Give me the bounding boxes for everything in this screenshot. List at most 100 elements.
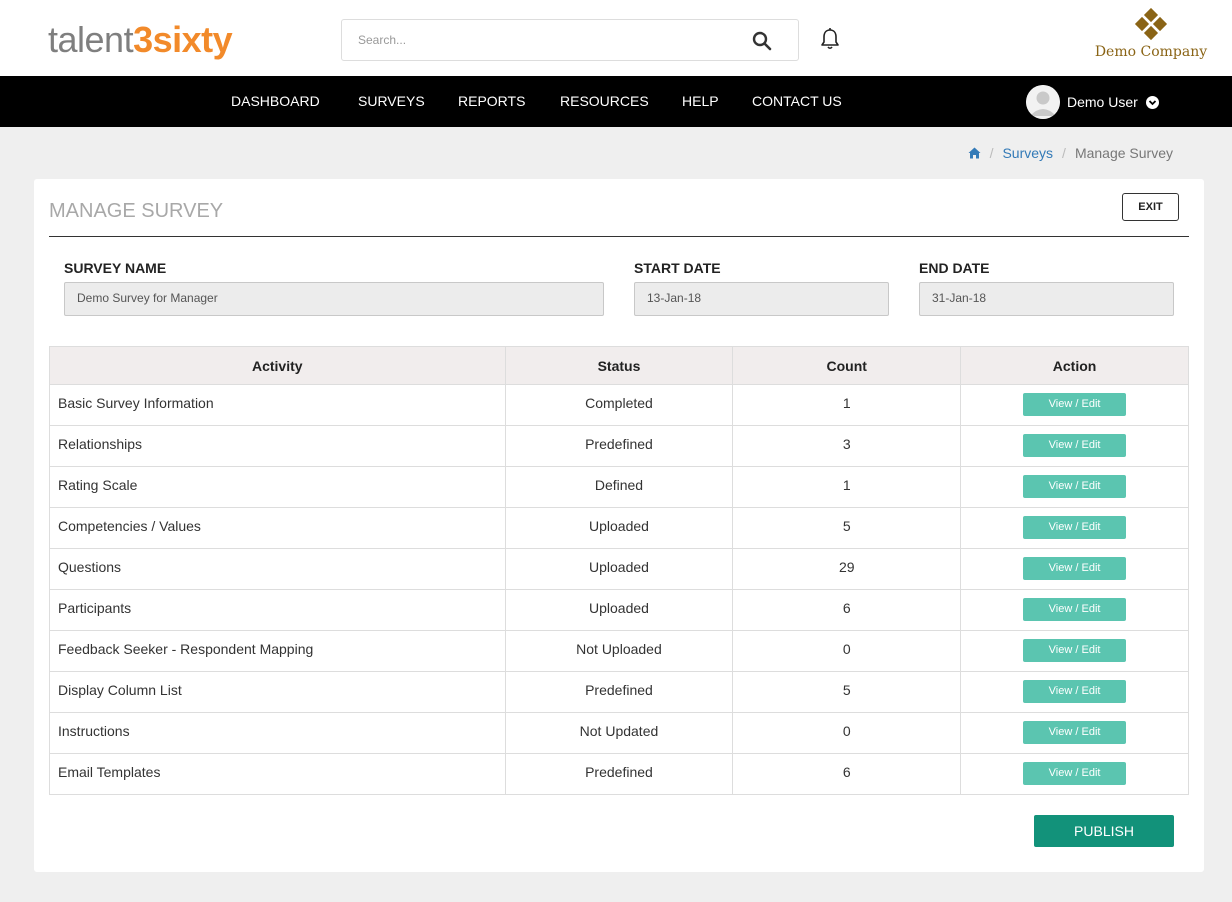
action-cell: View / Edit: [960, 466, 1189, 508]
nav-dashboard[interactable]: DASHBOARD: [231, 76, 320, 127]
view-edit-button[interactable]: View / Edit: [1023, 475, 1127, 498]
main-nav: DASHBOARD SURVEYS REPORTS RESOURCES HELP…: [0, 76, 1232, 127]
view-edit-button[interactable]: View / Edit: [1023, 516, 1127, 539]
activity-cell: Rating Scale: [49, 466, 506, 508]
nav-surveys[interactable]: SURVEYS: [358, 76, 425, 127]
table-row: Email Templates Predefined 6 View / Edit: [49, 753, 1189, 795]
avatar: [1026, 85, 1060, 119]
view-edit-button[interactable]: View / Edit: [1023, 680, 1127, 703]
view-edit-button[interactable]: View / Edit: [1023, 434, 1127, 457]
activity-cell: Instructions: [49, 712, 506, 754]
user-menu[interactable]: Demo User: [1026, 84, 1159, 120]
table-row: Feedback Seeker - Respondent Mapping Not …: [49, 630, 1189, 672]
status-cell: Predefined: [504, 425, 734, 467]
activity-cell: Display Column List: [49, 671, 506, 713]
view-edit-button[interactable]: View / Edit: [1023, 393, 1127, 416]
nav-help[interactable]: HELP: [682, 76, 719, 127]
start-date-field[interactable]: 13-Jan-18: [634, 282, 889, 316]
action-cell: View / Edit: [960, 630, 1189, 672]
breadcrumb-separator: /: [989, 145, 994, 161]
view-edit-button[interactable]: View / Edit: [1023, 721, 1127, 744]
count-cell: 29: [732, 548, 962, 590]
count-cell: 5: [732, 671, 962, 713]
company-brand: Demo Company: [1092, 6, 1210, 66]
table-row: Questions Uploaded 29 View / Edit: [49, 548, 1189, 590]
table-row: Participants Uploaded 6 View / Edit: [49, 589, 1189, 631]
activity-cell: Participants: [49, 589, 506, 631]
home-icon[interactable]: [968, 147, 981, 159]
activity-cell: Relationships: [49, 425, 506, 467]
table-row: Relationships Predefined 3 View / Edit: [49, 425, 1189, 467]
manage-survey-panel: MANAGE SURVEY EXIT SURVEY NAME Demo Surv…: [34, 179, 1204, 872]
search-box: [341, 19, 799, 61]
column-header-action: Action: [960, 346, 1189, 385]
search-icon[interactable]: [752, 31, 772, 51]
breadcrumb-current: Manage Survey: [1074, 145, 1173, 161]
activity-cell: Competencies / Values: [49, 507, 506, 549]
view-edit-button[interactable]: View / Edit: [1023, 598, 1127, 621]
action-cell: View / Edit: [960, 671, 1189, 713]
view-edit-button[interactable]: View / Edit: [1023, 639, 1127, 662]
search-input[interactable]: [342, 20, 742, 60]
action-cell: View / Edit: [960, 548, 1189, 590]
count-cell: 6: [732, 753, 962, 795]
logo-text-talent: talent: [48, 19, 134, 60]
status-cell: Predefined: [504, 671, 734, 713]
survey-name-label: SURVEY NAME: [64, 260, 167, 276]
breadcrumb-separator: /: [1062, 145, 1066, 161]
column-header-status: Status: [504, 346, 734, 385]
end-date-field[interactable]: 31-Jan-18: [919, 282, 1174, 316]
count-cell: 3: [732, 425, 962, 467]
column-header-activity: Activity: [49, 346, 506, 385]
status-cell: Defined: [504, 466, 734, 508]
view-edit-button[interactable]: View / Edit: [1023, 762, 1127, 785]
bell-icon[interactable]: [819, 27, 841, 51]
action-cell: View / Edit: [960, 753, 1189, 795]
status-cell: Uploaded: [504, 589, 734, 631]
nav-contact-us[interactable]: CONTACT US: [752, 76, 842, 127]
nav-resources[interactable]: RESOURCES: [560, 76, 649, 127]
table-row: Instructions Not Updated 0 View / Edit: [49, 712, 1189, 754]
status-cell: Not Uploaded: [504, 630, 734, 672]
status-cell: Uploaded: [504, 507, 734, 549]
table-row: Competencies / Values Uploaded 5 View / Edi…: [49, 507, 1189, 549]
column-header-count: Count: [732, 346, 962, 385]
table-row: Display Column List Predefined 5 View / Edi…: [49, 671, 1189, 713]
count-cell: 5: [732, 507, 962, 549]
table-row: Rating Scale Defined 1 View / Edit: [49, 466, 1189, 508]
action-cell: View / Edit: [960, 712, 1189, 754]
user-name: Demo User: [1067, 94, 1138, 110]
breadcrumb-surveys-link[interactable]: Surveys: [1002, 145, 1053, 161]
count-cell: 6: [732, 589, 962, 631]
exit-button[interactable]: EXIT: [1122, 193, 1179, 221]
action-cell: View / Edit: [960, 384, 1189, 426]
count-cell: 0: [732, 630, 962, 672]
count-cell: 1: [732, 384, 962, 426]
count-cell: 0: [732, 712, 962, 754]
title-divider: [49, 236, 1189, 237]
status-cell: Not Updated: [504, 712, 734, 754]
start-date-label: START DATE: [634, 260, 721, 276]
survey-name-field[interactable]: Demo Survey for Manager: [64, 282, 604, 316]
app-logo[interactable]: talent3sixty: [48, 19, 233, 60]
page-title: MANAGE SURVEY: [49, 200, 224, 222]
status-cell: Predefined: [504, 753, 734, 795]
nav-reports[interactable]: REPORTS: [458, 76, 525, 127]
action-cell: View / Edit: [960, 425, 1189, 467]
company-name: Demo Company: [1094, 44, 1208, 60]
publish-button[interactable]: PUBLISH: [1034, 815, 1174, 847]
activity-cell: Basic Survey Information: [49, 384, 506, 426]
end-date-label: END DATE: [919, 260, 990, 276]
company-logo-icon: [1134, 8, 1168, 41]
status-cell: Uploaded: [504, 548, 734, 590]
action-cell: View / Edit: [960, 507, 1189, 549]
activity-table-body: Basic Survey Information Completed 1 View /…: [49, 384, 1189, 795]
top-header: talent3sixty Demo Company: [0, 0, 1232, 76]
activity-cell: Email Templates: [49, 753, 506, 795]
activity-cell: Feedback Seeker - Respondent Mapping: [49, 630, 506, 672]
action-cell: View / Edit: [960, 589, 1189, 631]
breadcrumb: / Surveys / Manage Survey: [968, 145, 1173, 161]
chevron-down-icon[interactable]: [1145, 95, 1159, 109]
table-header-row: Activity Status Count Action: [49, 346, 1189, 385]
view-edit-button[interactable]: View / Edit: [1023, 557, 1127, 580]
